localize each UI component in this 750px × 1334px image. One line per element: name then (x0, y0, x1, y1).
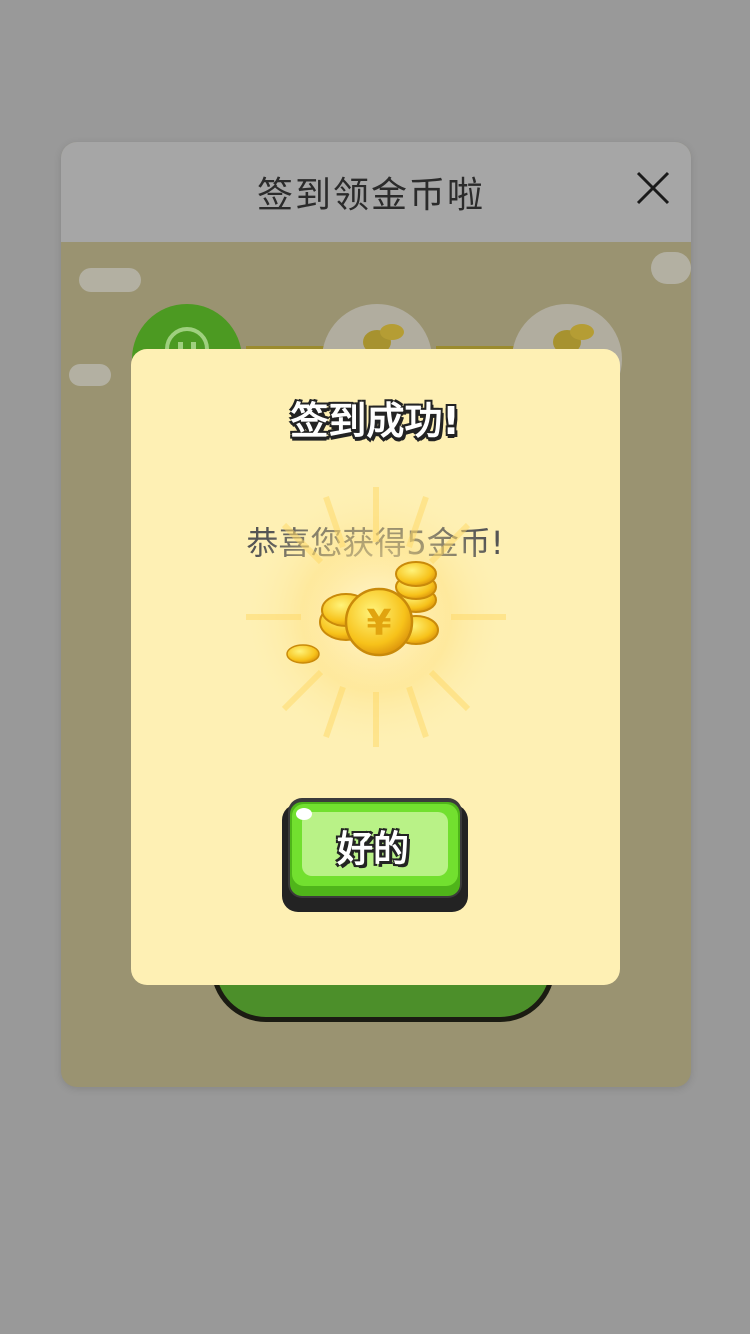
cloud-decoration (651, 252, 691, 284)
modal-title: 签到成功! (290, 399, 460, 443)
gold-coins-icon: ¥ (241, 482, 511, 752)
cloud-decoration (69, 364, 111, 386)
ok-button[interactable] (282, 798, 468, 912)
svg-text:¥: ¥ (366, 603, 391, 644)
panel-title: 签到领金币啦 (256, 175, 485, 216)
panel-header: 签到领金币啦 (61, 142, 691, 242)
close-icon[interactable] (633, 168, 673, 208)
cloud-decoration (79, 268, 141, 292)
